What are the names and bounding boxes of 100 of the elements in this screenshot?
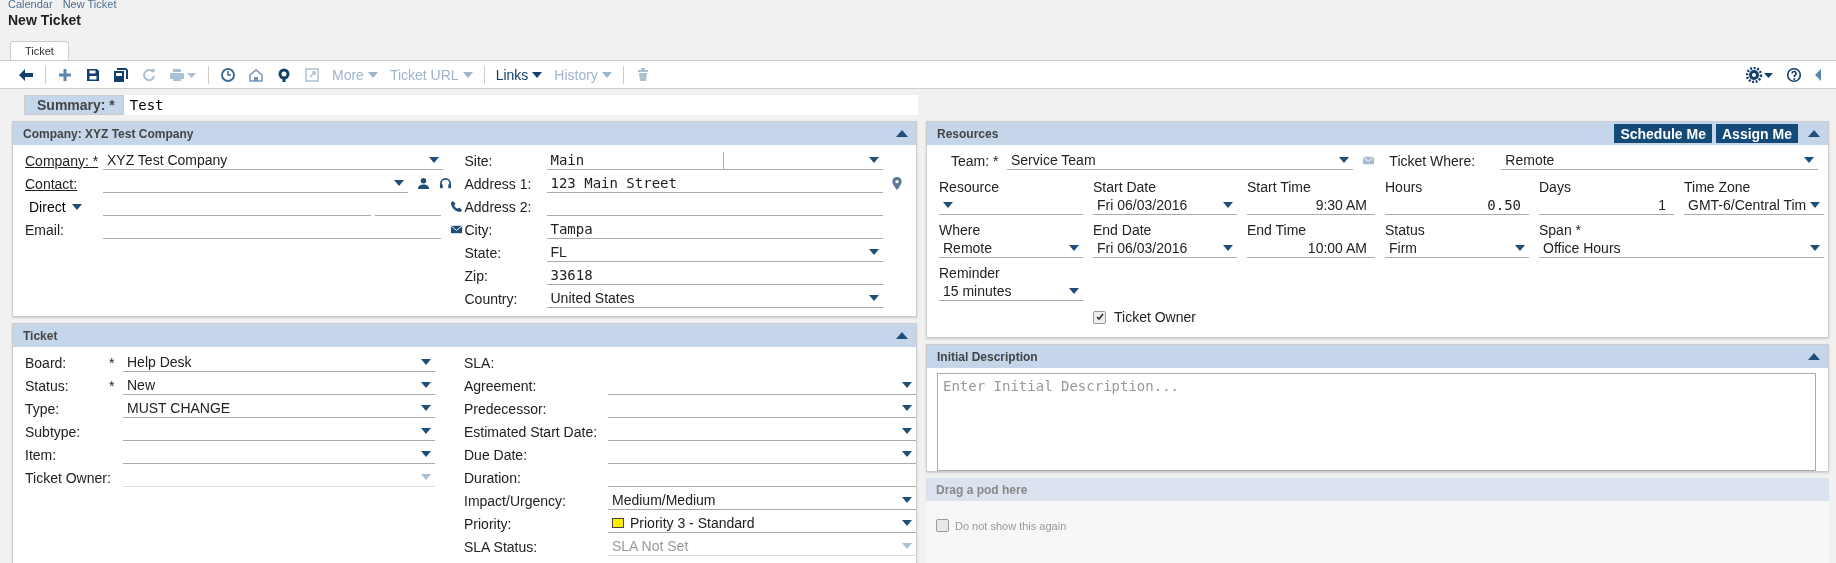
caret-down-icon [1810, 245, 1820, 251]
collapse-icon[interactable] [1808, 130, 1820, 137]
caret-down-icon [902, 451, 912, 457]
field-label: Reminder [939, 264, 1001, 282]
person-icon[interactable] [417, 177, 430, 190]
dropdown-field[interactable]: 15 minutes [939, 282, 1083, 301]
panel-header: Company: XYZ Test Company [13, 122, 916, 145]
field-label[interactable]: Company: * [25, 152, 103, 169]
required-mark: * [109, 354, 116, 371]
caret-down-icon [1069, 245, 1079, 251]
field-label: Country: [464, 290, 519, 307]
collapse-icon[interactable] [896, 130, 908, 137]
field-label: Item: [25, 446, 58, 463]
toolbar-menu[interactable]: Links [489, 66, 549, 83]
summary-field[interactable]: Test [123, 95, 918, 115]
field-label: Hours [1385, 178, 1424, 196]
dropdown-field[interactable]: Fri 06/03/2016 [1093, 196, 1237, 215]
caret-down-icon [71, 203, 82, 210]
panel-header: Resources Schedule Me Assign Me [927, 122, 1828, 145]
field-label: Estimated Start Date: [464, 423, 599, 440]
caret-down-icon [868, 249, 879, 255]
map-pin-icon[interactable] [891, 177, 902, 190]
caret-down-icon [394, 180, 404, 186]
house-icon[interactable] [248, 66, 264, 83]
dropdown-field[interactable]: Office Hours [1539, 239, 1824, 258]
field-label: Status: [25, 377, 70, 394]
pod-title: Drag a pod here [936, 482, 1028, 497]
panel-header: Ticket [13, 324, 916, 347]
caret-down-icon [868, 295, 879, 301]
text-field[interactable]: 123 Main Street [546, 174, 883, 193]
required-mark: * [109, 377, 116, 394]
field-label: Duration: [464, 469, 522, 486]
summary-label: Summary: * [24, 95, 124, 115]
dropdown-field[interactable]: Service Team [1007, 151, 1354, 170]
caret-down-icon [421, 382, 431, 388]
envelope-icon[interactable] [450, 223, 463, 236]
settings-icon[interactable] [1746, 66, 1774, 83]
dropdown-field[interactable]: Help Desk [123, 353, 435, 372]
plus-icon[interactable] [57, 66, 73, 83]
clock-icon[interactable] [220, 66, 236, 83]
caret-down-icon [1515, 245, 1525, 251]
field-label: State: [464, 244, 503, 261]
caret-down-icon [601, 71, 612, 78]
collapse-icon[interactable] [896, 332, 908, 339]
caret-down-icon [902, 497, 912, 503]
field-label: Span * [1539, 221, 1583, 239]
field-label: Type: [25, 400, 61, 417]
field-label: Priority: [464, 515, 513, 532]
caret-down-icon [367, 71, 378, 78]
field-label: Impact/Urgency: [464, 492, 567, 509]
caret-down-icon [868, 157, 879, 163]
dropdown-field[interactable]: United States [546, 289, 883, 308]
phone-icon[interactable] [450, 200, 463, 213]
checkbox-label: Do not show this again [955, 519, 1067, 532]
panel-header: Initial Description [927, 345, 1828, 368]
caret-down-icon [421, 474, 431, 480]
dropdown-field[interactable]: Priority 3 - Standard [608, 514, 916, 533]
field-label: Site: [464, 152, 494, 169]
dropdown-field[interactable]: Medium/Medium [608, 491, 916, 510]
checkbox-label: Ticket Owner [1114, 309, 1196, 325]
refresh-icon[interactable] [141, 66, 157, 83]
headset-icon[interactable] [439, 177, 452, 190]
field-label: Email: [25, 221, 65, 238]
checkbox[interactable] [936, 519, 949, 532]
dropdown-field[interactable]: Fri 06/03/2016 [1093, 239, 1237, 258]
field-label: Predecessor: [464, 400, 548, 417]
caret-down-icon [902, 405, 912, 411]
caret-down-icon [421, 405, 431, 411]
field-label: Ticket Owner: [25, 469, 109, 486]
caret-down-icon [462, 71, 473, 78]
caret-down-icon [532, 71, 543, 78]
action-button[interactable]: Schedule Me [1614, 124, 1712, 143]
field-label: Subtype: [25, 423, 82, 440]
field-label[interactable]: Contact: [25, 175, 103, 192]
field-label: Address 2: [464, 198, 533, 215]
tab[interactable]: Ticket [10, 41, 69, 60]
field-label: Days [1539, 178, 1572, 196]
printer-icon[interactable] [169, 66, 197, 83]
save-icon[interactable] [85, 66, 101, 83]
phone-type-dropdown[interactable]: Direct [25, 198, 103, 215]
breadcrumb-link[interactable]: Calendar [8, 0, 53, 8]
breadcrumb-link[interactable]: New Ticket [62, 0, 117, 8]
caret-down-icon [1223, 202, 1233, 208]
caret-down-icon [429, 157, 439, 163]
help-icon[interactable] [1786, 66, 1802, 83]
checkbox[interactable] [1093, 310, 1106, 324]
combo-field[interactable]: Main [546, 151, 883, 170]
field-label: End Time [1247, 221, 1308, 239]
description-field[interactable]: Enter Initial Description... [937, 373, 1816, 471]
dropdown-field[interactable]: Firm [1385, 239, 1529, 258]
dropdown-field[interactable]: GMT-6/Central Tim [1684, 196, 1824, 215]
collapse-icon[interactable] [1808, 353, 1820, 360]
field-label: Time Zone [1684, 178, 1752, 196]
caret-down-icon [1810, 202, 1820, 208]
field-label: Agreement: [464, 377, 538, 394]
action-button[interactable]: Assign Me [1716, 124, 1798, 143]
caret-down-icon [902, 543, 912, 549]
external-link-icon[interactable] [304, 66, 320, 83]
save-copy-icon[interactable] [113, 66, 129, 83]
location-pin-icon[interactable] [276, 66, 292, 83]
